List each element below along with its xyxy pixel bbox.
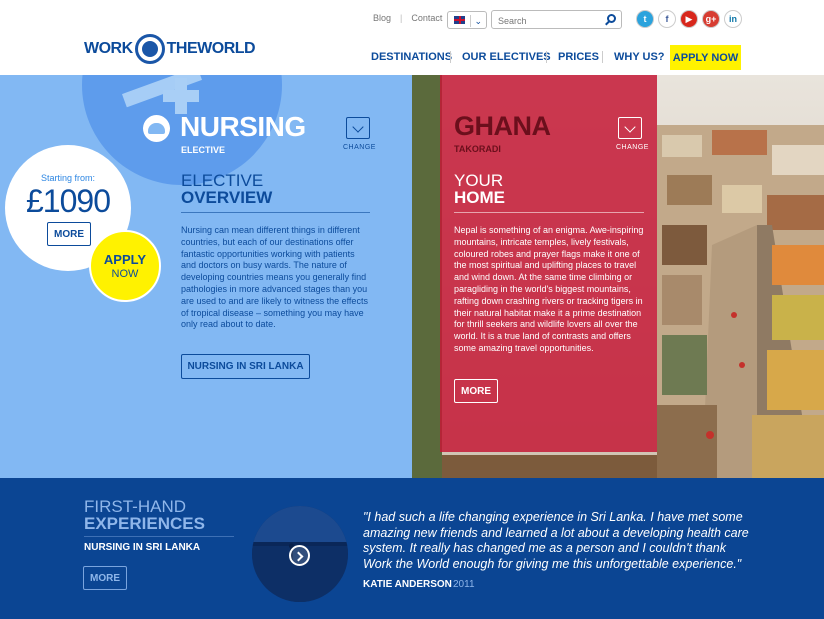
utility-links: Blog | Contact [373,13,442,23]
nav-divider [602,51,603,63]
apply-label: APPLY [103,252,147,267]
divider [454,212,644,213]
change-elective-label: CHANGE [343,144,376,151]
experiences-location: NURSING IN SRI LANKA [84,542,201,553]
divider [181,212,370,213]
experiences-heading-line2: EXPERIENCES [84,514,205,533]
language-selector[interactable]: ⌄ [447,11,487,29]
search-box [491,10,622,30]
destination-more-button[interactable]: MORE [454,379,498,403]
blog-link[interactable]: Blog [373,13,391,23]
price-more-button[interactable]: MORE [47,222,91,246]
nurse-cap-icon [143,115,170,142]
elective-subtitle: ELECTIVE [181,145,226,155]
nav-divider [450,51,451,63]
change-destination-button[interactable] [618,117,642,139]
destination-subtitle: TAKORADI [454,144,501,154]
overview-heading-line2: OVERVIEW [181,188,273,207]
next-arrow-icon[interactable] [289,545,310,566]
testimonial-year: 2011 [453,579,475,590]
nav-divider [546,51,547,63]
medical-cross-icon [163,78,199,114]
destination-title: GHANA [454,111,551,141]
testimonial-author: KATIE ANDERSON [363,579,452,590]
testimonial-quote: "I had such a life changing experience i… [363,510,749,571]
logo-text-left: WORK [84,40,133,57]
elective-title: NURSING [180,111,306,142]
now-label: NOW [111,268,139,280]
nav-destinations[interactable]: DESTINATIONS [371,51,452,63]
logo-text-right: THEWORLD [166,40,256,57]
destination-card: GHANA TAKORADI CHANGE YOUR HOME Nepal is… [440,75,657,452]
home-text: Nepal is something of an enigma. Awe-ins… [454,225,644,353]
apply-now-circle-button[interactable]: APPLY NOW [89,230,161,302]
uk-flag-icon [454,16,465,24]
divider: | [400,13,403,23]
overview-text: Nursing can mean different things in dif… [181,225,368,330]
globe-icon [134,34,165,64]
divider [84,536,234,537]
linkedin-icon[interactable]: in [724,10,742,28]
site-header: WORK THEWORLD Blog | Contact ⌄ t f ▶ g+ … [0,0,824,75]
youtube-icon[interactable]: ▶ [680,10,698,28]
contact-link[interactable]: Contact [411,13,442,23]
apply-now-button[interactable]: APPLY NOW [670,45,741,70]
starting-from-label: Starting from: [40,173,96,183]
destination-panel: GHANA TAKORADI CHANGE YOUR HOME Nepal is… [412,75,824,478]
nav-prices[interactable]: PRICES [558,51,599,63]
change-destination-label: CHANGE [616,144,649,151]
nav-why-us[interactable]: WHY US? [614,51,665,63]
experiences-band: FIRST-HAND EXPERIENCES NURSING IN SRI LA… [0,478,824,619]
search-icon[interactable] [607,14,616,23]
home-heading-line2: HOME [454,188,505,207]
site-logo[interactable]: WORK THEWORLD [84,34,256,64]
change-elective-button[interactable] [346,117,370,139]
elective-panel: NURSING ELECTIVE CHANGE Starting from: £… [0,75,412,478]
experiences-more-button[interactable]: MORE [83,566,127,590]
facebook-icon[interactable]: f [658,10,676,28]
nav-our-electives[interactable]: OUR ELECTIVES [462,51,551,63]
page: WORK THEWORLD Blog | Contact ⌄ t f ▶ g+ … [0,0,824,619]
nursing-in-sri-lanka-button[interactable]: NURSING IN SRI LANKA [181,354,310,379]
price-value: £1090 [26,183,111,219]
chevron-down-icon: ⌄ [470,15,482,27]
twitter-icon[interactable]: t [636,10,654,28]
google-plus-icon[interactable]: g+ [702,10,720,28]
search-input[interactable] [492,12,602,30]
